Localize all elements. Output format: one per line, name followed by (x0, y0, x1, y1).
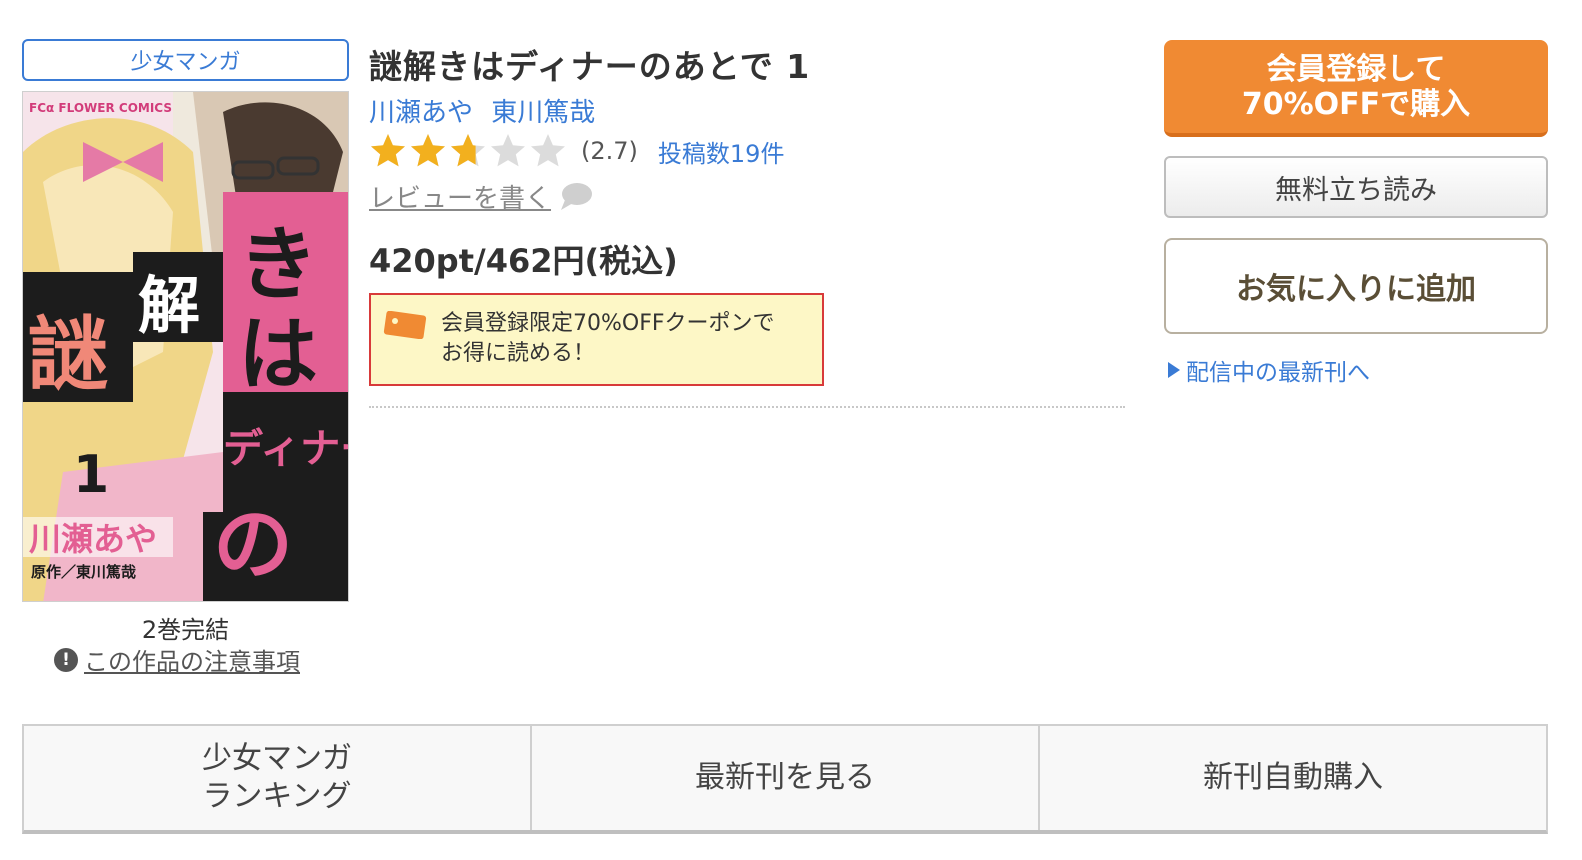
add-favorite-button[interactable]: お気に入りに追加 (1164, 238, 1548, 334)
ranking-tab[interactable]: 少女マンガ ランキング (24, 726, 532, 830)
latest-volume-tab[interactable]: 最新刊を見る (532, 726, 1040, 830)
latest-volume-label: 配信中の最新刊へ (1186, 360, 1370, 386)
author-list: 川瀬あや 東川篤哉 (369, 92, 605, 129)
svg-text:は: は (238, 308, 318, 401)
svg-text:ディナー: ディナー (223, 426, 349, 472)
write-review-link[interactable]: レビューを書く (369, 178, 593, 215)
cover-title-char-1: 謎 (28, 308, 108, 401)
rating-value: (2.7) (581, 137, 638, 165)
book-title: 謎解きはディナーのあとで 1 (369, 47, 811, 86)
star-icon (409, 132, 447, 170)
triangle-right-icon (1168, 362, 1180, 378)
section-divider (369, 406, 1125, 408)
star-icon (449, 132, 487, 170)
write-review-label: レビューを書く (369, 184, 552, 214)
star-rating (369, 132, 567, 170)
cover-image[interactable]: 謎 解 き は ディナー の 1 川瀬あや 原作／東川篤哉 FCα FLOWER… (22, 91, 349, 602)
genre-badge[interactable]: 少女マンガ (22, 39, 349, 81)
author-link[interactable]: 川瀬あや (369, 98, 473, 128)
notice-row[interactable]: ! この作品の注意事項 (54, 642, 300, 677)
ticket-icon (383, 311, 427, 339)
series-status: 2巻完結 (141, 616, 230, 644)
cover-credit: 原作／東川篤哉 (31, 563, 136, 581)
cover-title-char-2: 解 (138, 269, 200, 342)
product-page: 少女マンガ 謎 解 き は ディナ の 1 川瀬あや 原作／東川篤哉 FCα F… (0, 0, 1582, 860)
rating-row: (2.7) 投稿数19件 (369, 132, 784, 170)
review-count-link[interactable]: 投稿数19件 (658, 134, 785, 169)
speech-bubble-icon (561, 182, 593, 210)
svg-text:の: の (213, 498, 293, 591)
cover-illustration: 謎 解 き は ディナー の 1 川瀬あや 原作／東川篤哉 FCα FLOWER… (23, 92, 349, 601)
coupon-banner[interactable]: 会員登録限定70%OFFクーポンで お得に読める！ (369, 293, 824, 386)
latest-volume-link[interactable]: 配信中の最新刊へ (1168, 353, 1370, 387)
free-trial-button[interactable]: 無料立ち読み (1164, 156, 1548, 218)
notice-link[interactable]: この作品の注意事項 (84, 642, 300, 677)
cover-publisher: FCα FLOWER COMICS (29, 101, 172, 115)
coupon-text: 会員登録限定70%OFFクーポンで お得に読める！ (441, 311, 775, 366)
author-link[interactable]: 東川篤哉 (491, 98, 595, 128)
svg-text:き: き (238, 218, 318, 311)
star-icon (529, 132, 567, 170)
star-icon (369, 132, 407, 170)
bottom-nav: 少女マンガ ランキング 最新刊を見る 新刊自動購入 (22, 724, 1548, 834)
exclamation-icon: ! (54, 647, 78, 672)
price: 420pt/462円(税込) (369, 242, 678, 280)
cover-volume: 1 (73, 445, 109, 505)
auto-purchase-tab[interactable]: 新刊自動購入 (1040, 726, 1546, 830)
cover-author: 川瀬あや (29, 520, 157, 558)
star-icon (489, 132, 527, 170)
register-buy-button[interactable]: 会員登録して 70%OFFで購入 (1164, 40, 1548, 137)
